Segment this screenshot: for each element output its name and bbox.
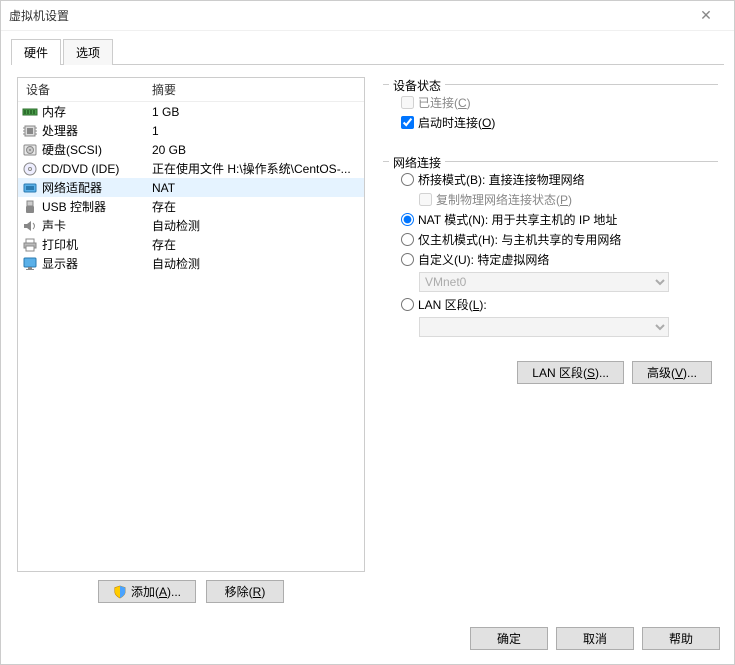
replicate-checkbox <box>419 193 432 206</box>
advanced-button[interactable]: 高级(V)... <box>632 361 712 384</box>
add-button-label: 添加(A)... <box>131 583 181 600</box>
tab-options[interactable]: 选项 <box>63 39 113 65</box>
custom-label: 自定义(U): 特定虚拟网络 <box>418 251 549 268</box>
device-summary: 存在 <box>148 198 360 215</box>
device-name: 处理器 <box>42 122 148 139</box>
usb-icon <box>22 199 38 215</box>
display-icon <box>22 256 38 272</box>
cancel-button[interactable]: 取消 <box>556 627 634 650</box>
device-summary: 1 <box>148 124 360 138</box>
disk-icon <box>22 142 38 158</box>
add-button[interactable]: 添加(A)... <box>98 580 196 603</box>
connect-at-power-on-checkbox[interactable] <box>401 116 414 129</box>
close-icon[interactable]: ✕ <box>686 1 726 30</box>
device-row[interactable]: USB 控制器存在 <box>18 197 364 216</box>
custom-vmnet-select: VMnet0 <box>419 272 669 292</box>
device-list: 设备 摘要 内存1 GB处理器1硬盘(SCSI)20 GBCD/DVD (IDE… <box>17 77 365 572</box>
device-summary: 正在使用文件 H:\操作系统\CentOS-... <box>148 160 360 177</box>
device-row[interactable]: CD/DVD (IDE)正在使用文件 H:\操作系统\CentOS-... <box>18 159 364 178</box>
hostonly-radio[interactable] <box>401 233 414 246</box>
lan-segment-radio[interactable] <box>401 298 414 311</box>
column-header-device: 设备 <box>18 81 148 98</box>
remove-button[interactable]: 移除(R) <box>206 580 284 603</box>
nat-label: NAT 模式(N): 用于共享主机的 IP 地址 <box>418 211 617 228</box>
window-title: 虚拟机设置 <box>9 7 686 24</box>
connect-at-power-on-label: 启动时连接(O) <box>418 114 495 131</box>
net-icon <box>22 180 38 196</box>
device-name: 硬盘(SCSI) <box>42 141 148 158</box>
custom-radio[interactable] <box>401 253 414 266</box>
shield-icon <box>113 585 127 599</box>
printer-icon <box>22 237 38 253</box>
cpu-icon <box>22 123 38 139</box>
connected-checkbox <box>401 96 414 109</box>
help-button[interactable]: 帮助 <box>642 627 720 650</box>
device-summary: NAT <box>148 181 360 195</box>
device-name: CD/DVD (IDE) <box>42 162 148 176</box>
lan-segment-label: LAN 区段(L): <box>418 296 487 313</box>
device-name: 网络适配器 <box>42 179 148 196</box>
device-row[interactable]: 硬盘(SCSI)20 GB <box>18 140 364 159</box>
device-row[interactable]: 打印机存在 <box>18 235 364 254</box>
replicate-label: 复制物理网络连接状态(P) <box>436 191 572 208</box>
lan-segment-select <box>419 317 669 337</box>
bridged-radio[interactable] <box>401 173 414 186</box>
network-legend: 网络连接 <box>389 154 445 171</box>
device-summary: 自动检测 <box>148 255 360 272</box>
device-name: 显示器 <box>42 255 148 272</box>
device-row[interactable]: 显示器自动检测 <box>18 254 364 273</box>
nat-radio[interactable] <box>401 213 414 226</box>
bridged-label: 桥接模式(B): 直接连接物理网络 <box>418 171 585 188</box>
device-summary: 20 GB <box>148 143 360 157</box>
connected-label: 已连接(C) <box>418 94 471 111</box>
device-name: 声卡 <box>42 217 148 234</box>
tab-hardware[interactable]: 硬件 <box>11 39 61 65</box>
device-row[interactable]: 网络适配器NAT <box>18 178 364 197</box>
device-summary: 1 GB <box>148 105 360 119</box>
cd-icon <box>22 161 38 177</box>
lan-segments-button[interactable]: LAN 区段(S)... <box>517 361 624 384</box>
ok-button[interactable]: 确定 <box>470 627 548 650</box>
device-row[interactable]: 处理器1 <box>18 121 364 140</box>
device-state-legend: 设备状态 <box>389 77 445 94</box>
sound-icon <box>22 218 38 234</box>
device-row[interactable]: 内存1 GB <box>18 102 364 121</box>
device-name: USB 控制器 <box>42 198 148 215</box>
device-summary: 存在 <box>148 236 360 253</box>
memory-icon <box>22 104 38 120</box>
device-name: 打印机 <box>42 236 148 253</box>
device-row[interactable]: 声卡自动检测 <box>18 216 364 235</box>
device-summary: 自动检测 <box>148 217 360 234</box>
column-header-summary: 摘要 <box>148 81 364 98</box>
hostonly-label: 仅主机模式(H): 与主机共享的专用网络 <box>418 231 621 248</box>
device-name: 内存 <box>42 103 148 120</box>
